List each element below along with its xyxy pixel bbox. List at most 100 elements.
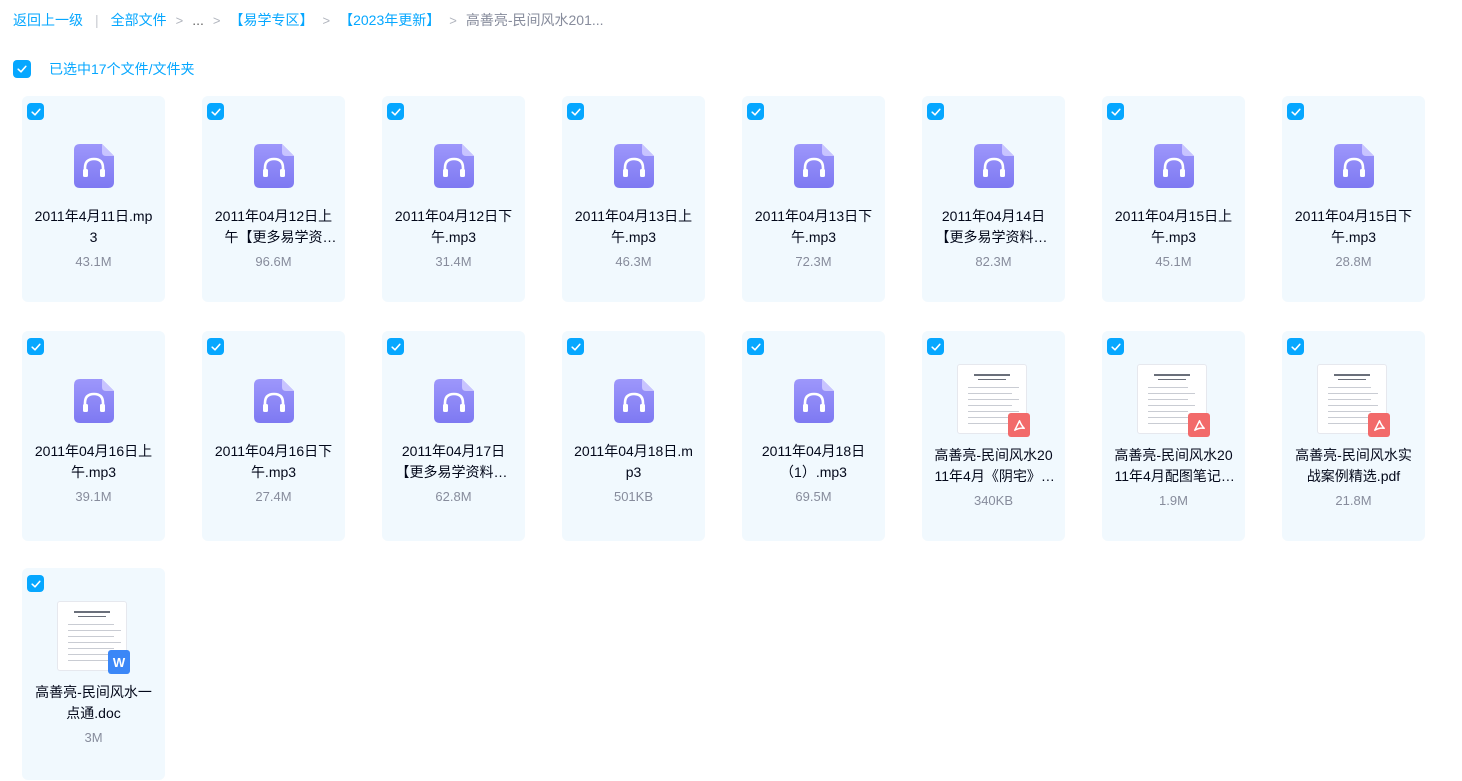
file-checkbox[interactable] bbox=[1107, 338, 1124, 355]
file-card[interactable]: 2011年04月14日【更多易学资料】.mp3 82.3M bbox=[922, 96, 1065, 302]
file-size: 501KB bbox=[613, 489, 654, 504]
file-card[interactable]: 2011年04月18日（1）.mp3 69.5M bbox=[742, 331, 885, 541]
headphones-icon bbox=[1154, 144, 1194, 188]
file-checkbox[interactable] bbox=[927, 338, 944, 355]
file-checkbox[interactable] bbox=[27, 338, 44, 355]
select-all-checkbox[interactable] bbox=[13, 60, 31, 78]
file-size: 1.9M bbox=[1159, 493, 1188, 508]
breadcrumb-separator: > bbox=[449, 12, 457, 28]
file-size: 43.1M bbox=[75, 254, 112, 269]
file-checkbox[interactable] bbox=[27, 575, 44, 592]
breadcrumb-current: 高善亮-民间风水201... bbox=[465, 12, 604, 28]
headphones-icon bbox=[74, 379, 114, 423]
breadcrumb-divider: | bbox=[95, 12, 99, 28]
file-name: 2011年04月18日.mp3 bbox=[574, 443, 693, 480]
file-size: 69.5M bbox=[795, 489, 832, 504]
file-checkbox[interactable] bbox=[207, 338, 224, 355]
file-checkbox[interactable] bbox=[207, 103, 224, 120]
file-card[interactable]: 2011年04月18日.mp3 501KB bbox=[562, 331, 705, 541]
headphones-icon bbox=[974, 144, 1014, 188]
file-size: 46.3M bbox=[615, 254, 652, 269]
audio-file-icon bbox=[434, 144, 474, 188]
check-icon bbox=[930, 108, 941, 116]
file-size: 72.3M bbox=[795, 254, 832, 269]
audio-file-icon bbox=[974, 144, 1014, 188]
check-icon bbox=[30, 108, 41, 116]
file-checkbox[interactable] bbox=[747, 338, 764, 355]
headphones-icon bbox=[794, 144, 834, 188]
breadcrumb-all-files[interactable]: 全部文件 bbox=[111, 10, 167, 30]
headphones-icon bbox=[254, 379, 294, 423]
file-checkbox[interactable] bbox=[567, 338, 584, 355]
check-icon bbox=[750, 343, 761, 351]
file-checkbox[interactable] bbox=[1287, 338, 1304, 355]
file-name: 2011年04月18日（1）.mp3 bbox=[761, 443, 866, 480]
pdf-thumbnail-icon bbox=[1137, 364, 1210, 437]
audio-file-icon bbox=[1154, 144, 1194, 188]
file-card[interactable]: 2011年04月12日上午【更多易学资料】.mp3 96.6M bbox=[202, 96, 345, 302]
check-icon bbox=[750, 108, 761, 116]
file-card[interactable]: 高善亮-民间风水2011年4月配图笔记.pdf 1.9M bbox=[1102, 331, 1245, 541]
headphones-icon bbox=[434, 379, 474, 423]
file-card[interactable]: 2011年04月17日【更多易学资料】.mp3 62.8M bbox=[382, 331, 525, 541]
pdf-badge-icon bbox=[1188, 413, 1210, 437]
check-icon bbox=[570, 108, 581, 116]
breadcrumb-separator: > bbox=[175, 12, 184, 28]
file-card[interactable]: W 高善亮-民间风水一点通.doc 3M bbox=[22, 568, 165, 780]
file-checkbox[interactable] bbox=[1287, 103, 1304, 120]
select-all-bar: 已选中17个文件/文件夹 bbox=[13, 59, 194, 79]
headphones-icon bbox=[1334, 144, 1374, 188]
file-card[interactable]: 2011年04月13日上午.mp3 46.3M bbox=[562, 96, 705, 302]
file-card[interactable]: 2011年04月16日下午.mp3 27.4M bbox=[202, 331, 345, 541]
selection-count-label: 已选中17个文件/文件夹 bbox=[49, 61, 195, 77]
audio-file-icon bbox=[74, 379, 114, 423]
check-icon bbox=[1110, 343, 1121, 351]
audio-file-icon bbox=[434, 379, 474, 423]
file-size: 96.6M bbox=[255, 254, 292, 269]
check-icon bbox=[30, 343, 41, 351]
file-checkbox[interactable] bbox=[387, 103, 404, 120]
file-card[interactable]: 高善亮-民间风水实战案例精选.pdf 21.8M bbox=[1282, 331, 1425, 541]
check-icon bbox=[1110, 108, 1121, 116]
file-size: 45.1M bbox=[1155, 254, 1192, 269]
breadcrumb-2023[interactable]: 【2023年更新】 bbox=[339, 10, 440, 30]
file-name: 高善亮-民间风水2011年4月《阴宅》.pdf bbox=[934, 447, 1053, 484]
file-size: 39.1M bbox=[75, 489, 112, 504]
check-icon bbox=[930, 343, 941, 351]
back-link[interactable]: 返回上一级 bbox=[13, 10, 83, 30]
pdf-thumbnail-icon bbox=[957, 364, 1030, 437]
headphones-icon bbox=[434, 144, 474, 188]
file-checkbox[interactable] bbox=[927, 103, 944, 120]
file-card[interactable]: 2011年04月15日下午.mp3 28.8M bbox=[1282, 96, 1425, 302]
file-size: 82.3M bbox=[975, 254, 1012, 269]
audio-file-icon bbox=[794, 144, 834, 188]
file-name: 2011年04月16日上午.mp3 bbox=[34, 443, 153, 480]
file-checkbox[interactable] bbox=[387, 338, 404, 355]
audio-file-icon bbox=[74, 144, 114, 188]
file-checkbox[interactable] bbox=[27, 103, 44, 120]
file-name: 2011年04月12日上午【更多易学资料】.mp3 bbox=[214, 208, 333, 245]
pdf-badge-icon bbox=[1008, 413, 1030, 437]
file-checkbox[interactable] bbox=[567, 103, 584, 120]
breadcrumb-ellipsis[interactable]: ... bbox=[192, 12, 204, 28]
file-card[interactable]: 2011年4月11日.mp3 43.1M bbox=[22, 96, 165, 302]
file-checkbox[interactable] bbox=[747, 103, 764, 120]
headphones-icon bbox=[254, 144, 294, 188]
file-size: 31.4M bbox=[435, 254, 472, 269]
audio-file-icon bbox=[614, 144, 654, 188]
file-card[interactable]: 2011年04月15日上午.mp3 45.1M bbox=[1102, 96, 1245, 302]
pdf-badge-icon bbox=[1368, 413, 1390, 437]
audio-file-icon bbox=[254, 379, 294, 423]
file-name: 2011年04月13日上午.mp3 bbox=[574, 208, 693, 245]
headphones-icon bbox=[74, 144, 114, 188]
breadcrumb-yixue[interactable]: 【易学专区】 bbox=[230, 10, 314, 30]
file-card[interactable]: 2011年04月13日下午.mp3 72.3M bbox=[742, 96, 885, 302]
file-size: 27.4M bbox=[255, 489, 292, 504]
file-size: 21.8M bbox=[1335, 493, 1372, 508]
file-card[interactable]: 高善亮-民间风水2011年4月《阴宅》.pdf 340KB bbox=[922, 331, 1065, 541]
file-card[interactable]: 2011年04月12日下午.mp3 31.4M bbox=[382, 96, 525, 302]
file-card[interactable]: 2011年04月16日上午.mp3 39.1M bbox=[22, 331, 165, 541]
audio-file-icon bbox=[614, 379, 654, 423]
file-checkbox[interactable] bbox=[1107, 103, 1124, 120]
check-icon bbox=[210, 108, 221, 116]
